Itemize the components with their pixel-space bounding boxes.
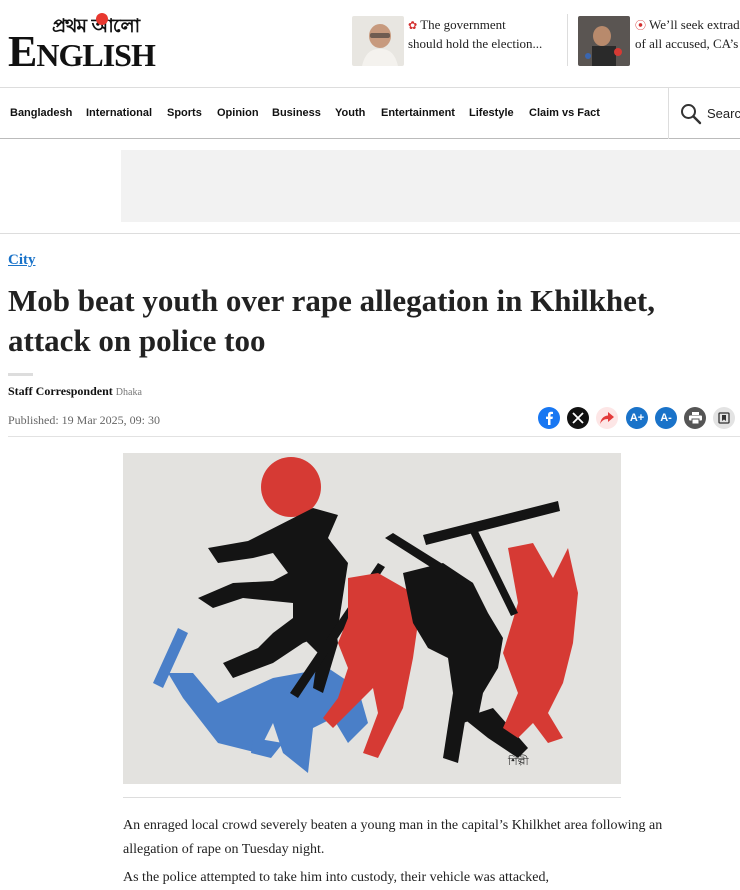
- top-news-item[interactable]: ⦿ We’ll seek extrad of all accused, CA’s: [578, 16, 740, 66]
- print-icon: [688, 412, 702, 424]
- article-headline: Mob beat youth over rape allegation in K…: [8, 283, 656, 358]
- author-location: Dhaka: [115, 387, 142, 398]
- share-icon: [600, 412, 614, 424]
- publish-date: Published: 19 Mar 2025, 09: 30: [8, 413, 160, 427]
- top-news-item[interactable]: ✿ The government should hold the election…: [352, 16, 567, 66]
- byline: Staff Correspondent Dhaka: [8, 384, 142, 399]
- news-thumbnail: [578, 16, 630, 66]
- article-illustration: শিল্পী: [123, 453, 621, 784]
- nav-lifestyle[interactable]: Lifestyle: [469, 107, 514, 119]
- svg-text:শিল্পী: শিল্পী: [507, 755, 530, 768]
- nav-international[interactable]: International: [86, 107, 152, 119]
- article-paragraph: As the police attempted to take him into…: [123, 870, 549, 885]
- nav-bangladesh[interactable]: Bangladesh: [10, 107, 72, 119]
- news-title-line1: The government: [420, 17, 506, 32]
- nav-entertainment[interactable]: Entertainment: [381, 107, 455, 119]
- nav-sports[interactable]: Sports: [167, 107, 202, 119]
- nav-business[interactable]: Business: [272, 107, 321, 119]
- search-button[interactable]: Search: [680, 103, 740, 125]
- news-title-line2: should hold the election...: [408, 36, 543, 51]
- ad-banner: [121, 150, 740, 222]
- facebook-icon: [546, 411, 553, 425]
- x-icon: [572, 412, 584, 424]
- section-link[interactable]: City: [8, 252, 36, 269]
- divider: [123, 797, 621, 798]
- news-title-line1: We’ll seek extrad: [649, 17, 740, 32]
- x-share-button[interactable]: [567, 407, 589, 429]
- site-header: প্রথম আলো ENGLISH ✿ The government should…: [0, 0, 740, 88]
- divider: [668, 88, 669, 139]
- divider: [0, 233, 740, 234]
- bookmark-icon: [718, 412, 730, 424]
- print-button[interactable]: [684, 407, 706, 429]
- site-logo[interactable]: প্রথম আলো ENGLISH: [8, 12, 168, 74]
- news-title-line2: of all accused, CA’s: [635, 36, 739, 51]
- logo-sun-icon: [96, 13, 108, 25]
- video-icon: ⦿: [635, 20, 646, 32]
- share-button[interactable]: [596, 407, 618, 429]
- news-thumbnail: [352, 16, 404, 66]
- divider: [8, 373, 33, 376]
- photo-gallery-icon: ✿: [408, 20, 418, 32]
- logo-english: ENGLISH: [8, 27, 156, 76]
- nav-youth[interactable]: Youth: [335, 107, 365, 119]
- nav-claim-vs-fact[interactable]: Claim vs Fact: [529, 107, 600, 119]
- divider: [8, 436, 740, 437]
- facebook-share-button[interactable]: [538, 407, 560, 429]
- article-paragraph: An enraged local crowd severely beaten a…: [123, 818, 663, 857]
- author-name[interactable]: Staff Correspondent: [8, 384, 113, 398]
- font-decrease-button[interactable]: A-: [655, 407, 677, 429]
- font-increase-button[interactable]: A+: [626, 407, 648, 429]
- main-nav: Bangladesh International Sports Opinion …: [0, 87, 740, 139]
- search-label: Search: [707, 106, 740, 121]
- nav-opinion[interactable]: Opinion: [217, 107, 259, 119]
- divider: [567, 14, 568, 66]
- search-icon: [681, 104, 702, 125]
- bookmark-button[interactable]: [713, 407, 735, 429]
